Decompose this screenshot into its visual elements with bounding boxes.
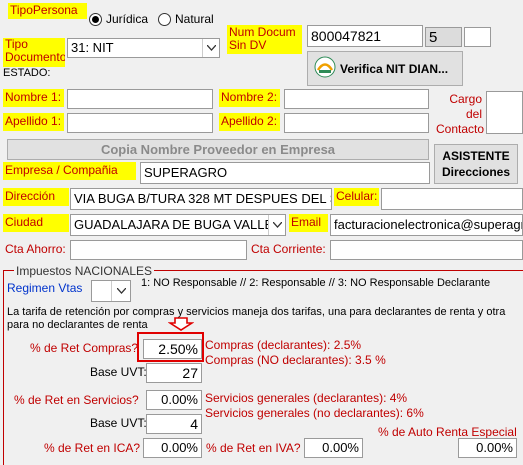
regimen-vtas-select[interactable] xyxy=(91,280,131,302)
email-input[interactable]: facturacionelectronica@superagro xyxy=(330,214,523,236)
tipo-documento-select[interactable]: 31: NIT xyxy=(67,38,220,58)
empresa-label: Empresa / Compañia xyxy=(3,162,136,180)
nombre2-label: Nombre 2: xyxy=(219,89,280,107)
ret-ica-input[interactable]: 0.00% xyxy=(143,438,202,458)
cargo-contacto-input[interactable] xyxy=(486,91,523,134)
radio-juridica-label: Jurídica xyxy=(106,12,149,26)
copia-nombre-proveedor-button[interactable]: Copia Nombre Proveedor en Empresa xyxy=(7,139,429,160)
radio-juridica-icon xyxy=(89,12,102,26)
servicios-declarantes-note: Servicios generales (declarantes): 4% xyxy=(205,391,408,405)
regimen-note: 1: NO Responsable // 2: Responsable // 3… xyxy=(141,277,491,289)
tipo-documento-value: 31: NIT xyxy=(71,40,114,55)
base-uvt-compras-label: Base UVT: xyxy=(90,365,147,379)
ret-compras-input[interactable]: 2.50% xyxy=(143,339,202,359)
num-documento-extra-input[interactable] xyxy=(464,27,491,47)
apellido1-input[interactable] xyxy=(67,113,213,133)
ret-ica-label: % de Ret en ICA? xyxy=(44,441,141,455)
cta-corriente-label: Cta Corriente: xyxy=(251,242,326,256)
ciudad-label: Ciudad xyxy=(3,214,69,232)
asistente-button-label: ASISTENTE Direcciones xyxy=(441,149,511,179)
chevron-down-icon[interactable] xyxy=(202,39,219,57)
num-documento-input[interactable]: 800047821 xyxy=(307,25,423,47)
verifica-button-label: Verifica NIT DIAN... xyxy=(340,61,449,76)
cta-ahorro-input[interactable] xyxy=(70,240,247,260)
cargo-contacto-label: Cargo del Contacto xyxy=(436,92,485,136)
ret-iva-label: % de Ret en IVA? xyxy=(206,441,301,455)
apellido2-input[interactable] xyxy=(284,113,429,133)
celular-input[interactable] xyxy=(381,188,523,210)
compras-no-declarantes-note: Compras (NO declarantes): 3.5 % xyxy=(205,353,386,367)
empresa-input[interactable]: SUPERAGRO xyxy=(140,162,430,184)
tarifa-note-line2: para no declarantes de renta xyxy=(7,319,148,331)
dv-input[interactable]: 5 xyxy=(425,27,462,47)
ret-servicios-label: % de Ret en Servicios? xyxy=(14,393,139,407)
ret-compras-label: % de Ret Compras? xyxy=(30,341,139,355)
nombre1-input[interactable] xyxy=(67,89,213,109)
radio-natural[interactable]: Natural xyxy=(158,11,214,27)
compras-declarantes-note: Compras (declarantes): 2.5% xyxy=(205,338,362,352)
dian-logo-icon xyxy=(314,56,336,81)
num-documento-label: Num Docum Sin DV xyxy=(227,25,302,54)
ret-iva-input[interactable]: 0.00% xyxy=(304,438,363,458)
radio-juridica[interactable]: Jurídica xyxy=(89,11,148,27)
verifica-nit-dian-button[interactable]: Verifica NIT DIAN... xyxy=(307,51,463,86)
direccion-input[interactable]: VIA BUGA B/TURA 328 MT DESPUES DEL S xyxy=(70,188,332,210)
chevron-down-icon[interactable] xyxy=(111,281,130,301)
impuestos-title: Impuestos NACIONALES xyxy=(14,264,155,278)
base-uvt-compras-input[interactable]: 27 xyxy=(146,363,202,383)
tipo-persona-label: TipoPersona xyxy=(8,3,87,19)
radio-natural-icon xyxy=(158,12,171,26)
direccion-label: Dirección xyxy=(3,188,69,206)
base-uvt-servicios-input[interactable]: 4 xyxy=(146,414,202,434)
cta-corriente-input[interactable] xyxy=(330,240,523,260)
nombre1-label: Nombre 1: xyxy=(3,89,64,107)
apellido1-label: Apellido 1: xyxy=(3,113,64,131)
regimen-vtas-label: Regimen Vtas xyxy=(7,281,83,295)
base-uvt-servicios-label: Base UVT: xyxy=(90,416,147,430)
tipo-documento-label: Tipo Documento xyxy=(3,38,65,67)
ciudad-select[interactable]: GUADALAJARA DE BUGA VALLE DEL CAUCA xyxy=(70,214,286,236)
ciudad-value: GUADALAJARA DE BUGA VALLE DEL CAUCA xyxy=(74,217,285,232)
apellido2-label: Apellido 2: xyxy=(219,113,280,131)
tarifa-note-line1: La tarifa de retención por compras y ser… xyxy=(7,306,506,318)
asistente-direcciones-button[interactable]: ASISTENTE Direcciones xyxy=(434,144,518,184)
auto-renta-label: % de Auto Renta Especial xyxy=(378,425,517,439)
servicios-no-declarantes-note: Servicios generales (no declarantes): 6% xyxy=(205,406,424,420)
ret-servicios-input[interactable]: 0.00% xyxy=(146,390,202,410)
celular-label: Celular: xyxy=(334,188,379,206)
auto-renta-input[interactable]: 0.00% xyxy=(458,438,517,458)
chevron-down-icon[interactable] xyxy=(268,215,285,235)
email-label: Email xyxy=(289,214,328,232)
cta-ahorro-label: Cta Ahorro: xyxy=(5,242,66,256)
radio-natural-label: Natural xyxy=(175,12,214,26)
estado-label: ESTADO: xyxy=(3,67,51,79)
nombre2-input[interactable] xyxy=(284,89,429,109)
